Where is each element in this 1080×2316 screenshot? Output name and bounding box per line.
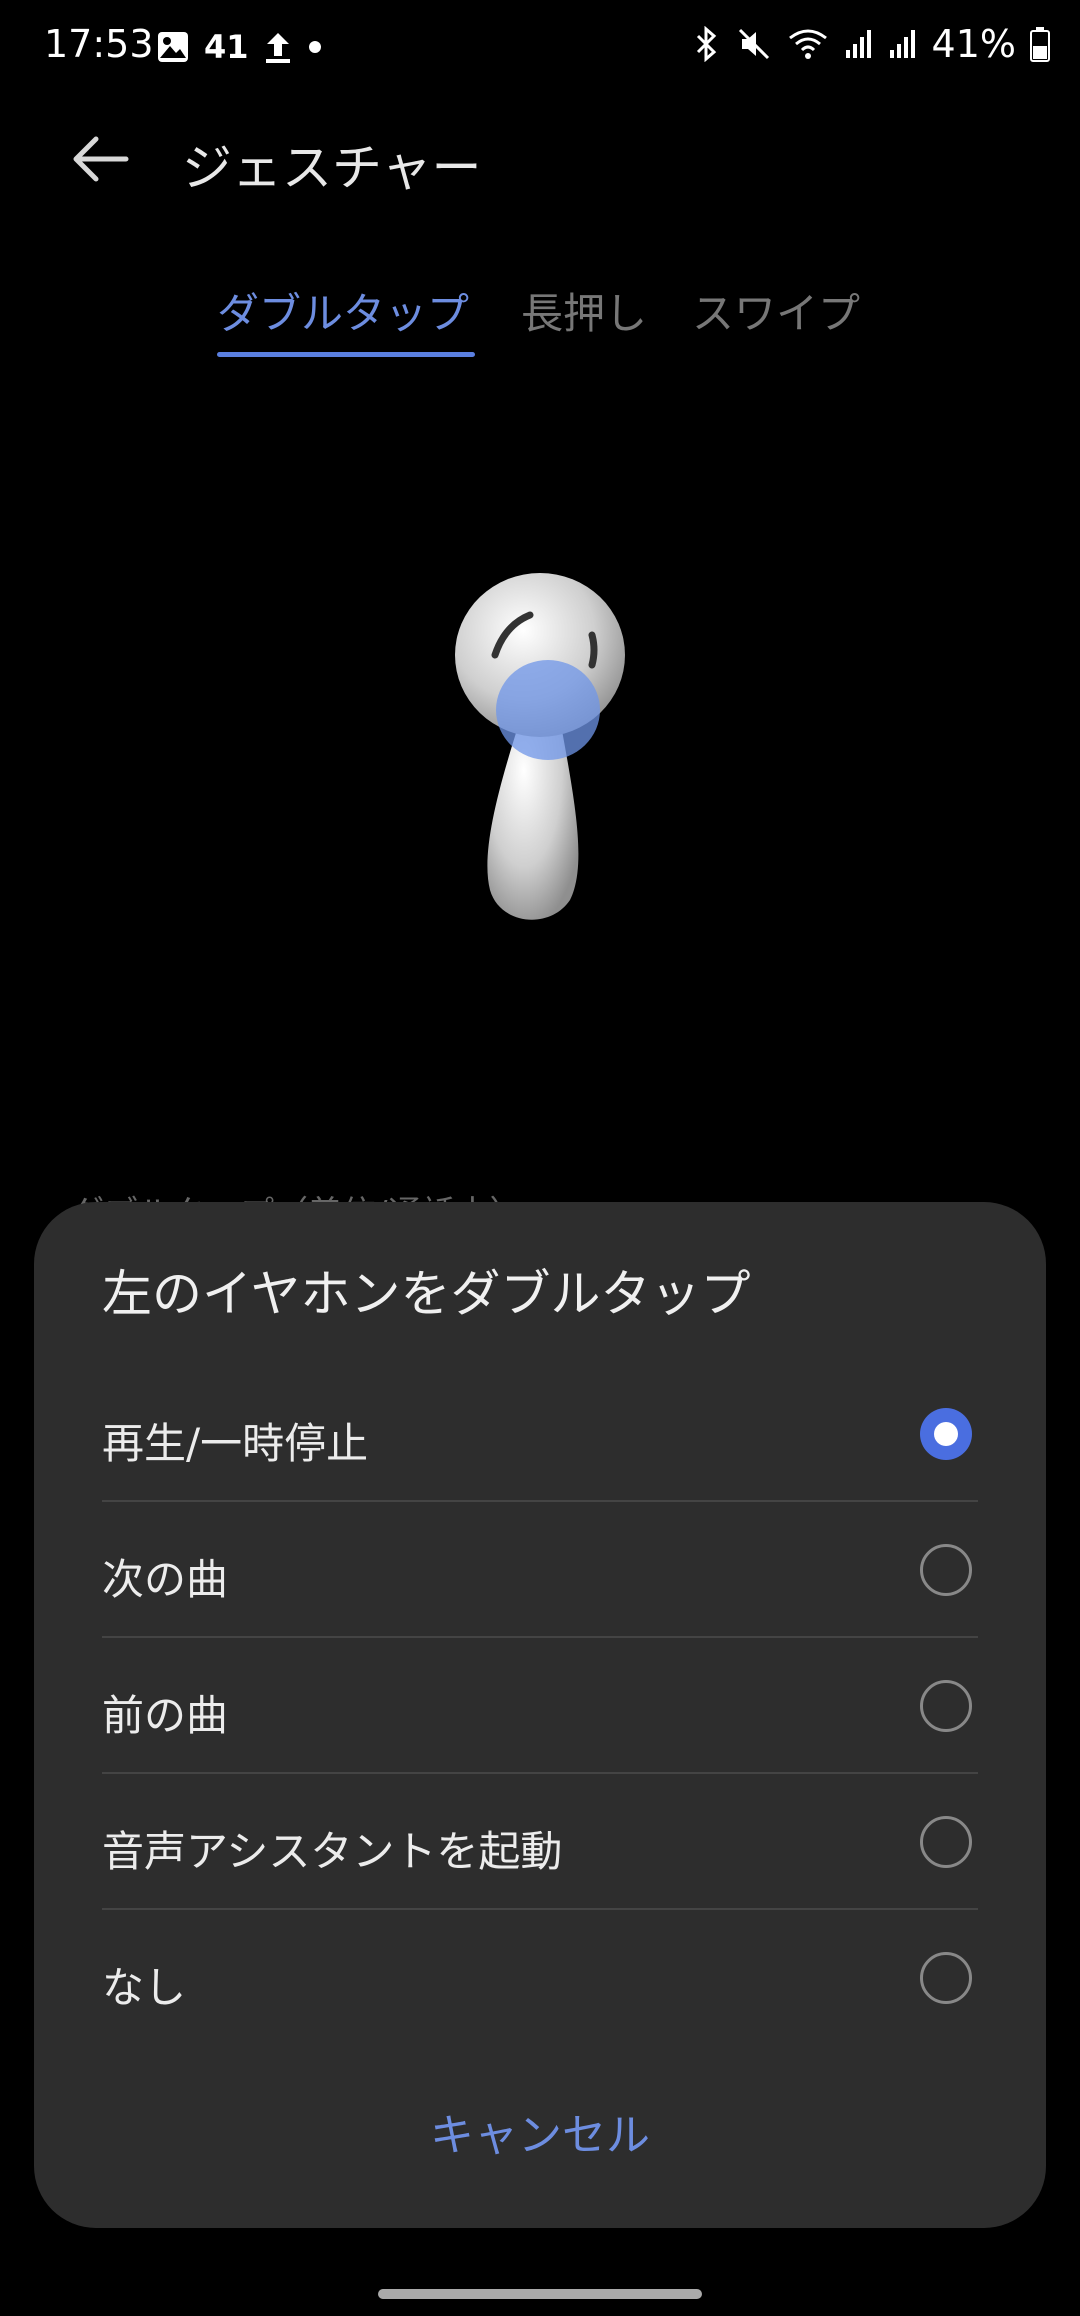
notification-badge: 41 xyxy=(204,28,249,66)
tab-swipe[interactable]: スワイプ xyxy=(692,280,860,341)
option-label: 前の曲 xyxy=(102,1691,229,1740)
signal-icon xyxy=(889,30,915,58)
option-label: 再生/一時停止 xyxy=(102,1419,369,1468)
option-previous-track[interactable]: 前の曲 xyxy=(102,1638,978,1774)
bluetooth-icon xyxy=(696,26,716,62)
dot-icon xyxy=(308,41,321,53)
tab-double-tap[interactable]: ダブルタップ xyxy=(217,280,469,341)
option-none[interactable]: なし xyxy=(102,1910,978,2046)
page-title: ジェスチャー xyxy=(182,139,482,197)
gallery-icon xyxy=(158,32,188,62)
cancel-button[interactable]: キャンセル xyxy=(34,2099,1046,2163)
radio-unselected[interactable] xyxy=(920,1816,972,1868)
signal-icon xyxy=(845,30,871,58)
dialog-title: 左のイヤホンをダブルタップ xyxy=(102,1265,751,1323)
option-play-pause[interactable]: 再生/一時停止 xyxy=(102,1366,978,1502)
status-bar: 17:53 41 41% xyxy=(0,0,1080,96)
option-label: 音声アシスタントを起動 xyxy=(102,1827,563,1876)
status-time: 17:53 xyxy=(44,22,154,66)
navigation-handle[interactable] xyxy=(378,2289,702,2299)
gesture-tabs: ダブルタップ 長押し スワイプ xyxy=(0,280,1080,360)
mute-icon xyxy=(738,28,769,60)
active-tab-indicator xyxy=(217,352,475,357)
tab-long-press[interactable]: 長押し xyxy=(521,280,647,341)
app-bar: ジェスチャー xyxy=(0,110,1080,200)
battery-percentage: 41% xyxy=(931,22,1016,66)
upload-icon xyxy=(265,33,290,63)
radio-unselected[interactable] xyxy=(920,1680,972,1732)
status-right-icons: 41% xyxy=(692,22,1050,66)
option-voice-assistant[interactable]: 音声アシスタントを起動 xyxy=(102,1774,978,1910)
earbud-image xyxy=(455,573,625,920)
status-left-icons: 41 xyxy=(156,28,323,66)
radio-unselected[interactable] xyxy=(920,1952,972,2004)
option-next-track[interactable]: 次の曲 xyxy=(102,1502,978,1638)
option-label: 次の曲 xyxy=(102,1555,229,1604)
gesture-option-dialog: 左のイヤホンをダブルタップ 再生/一時停止 次の曲 前の曲 音声アシスタントを起… xyxy=(34,1202,1046,2228)
wifi-icon xyxy=(788,29,827,59)
radio-selected[interactable] xyxy=(920,1408,972,1460)
earbud-illustration xyxy=(430,560,650,940)
back-button[interactable] xyxy=(66,124,136,194)
radio-unselected[interactable] xyxy=(920,1544,972,1596)
back-arrow-icon xyxy=(73,136,129,182)
battery-icon xyxy=(1030,27,1050,62)
option-label: なし xyxy=(102,1963,187,2012)
